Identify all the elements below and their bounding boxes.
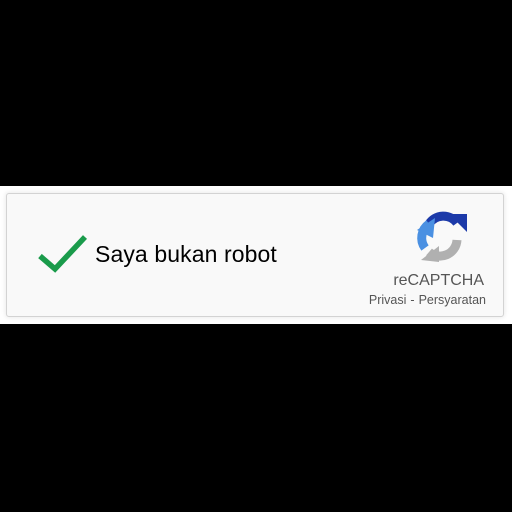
recaptcha-logo-icon (411, 208, 475, 268)
terms-link[interactable]: Persyaratan (419, 293, 486, 307)
privacy-link[interactable]: Privasi (369, 293, 407, 307)
recaptcha-widget: Saya bukan robot reCAPTCHA Privasi - Persy… (6, 193, 504, 317)
check-icon (38, 235, 88, 273)
links-separator: - (410, 293, 415, 307)
recaptcha-brand-name: reCAPTCHA (393, 272, 484, 289)
recaptcha-checkbox[interactable] (37, 232, 89, 274)
footer-links: Privasi - Persyaratan (369, 293, 486, 307)
checkbox-label: Saya bukan robot (95, 241, 277, 267)
